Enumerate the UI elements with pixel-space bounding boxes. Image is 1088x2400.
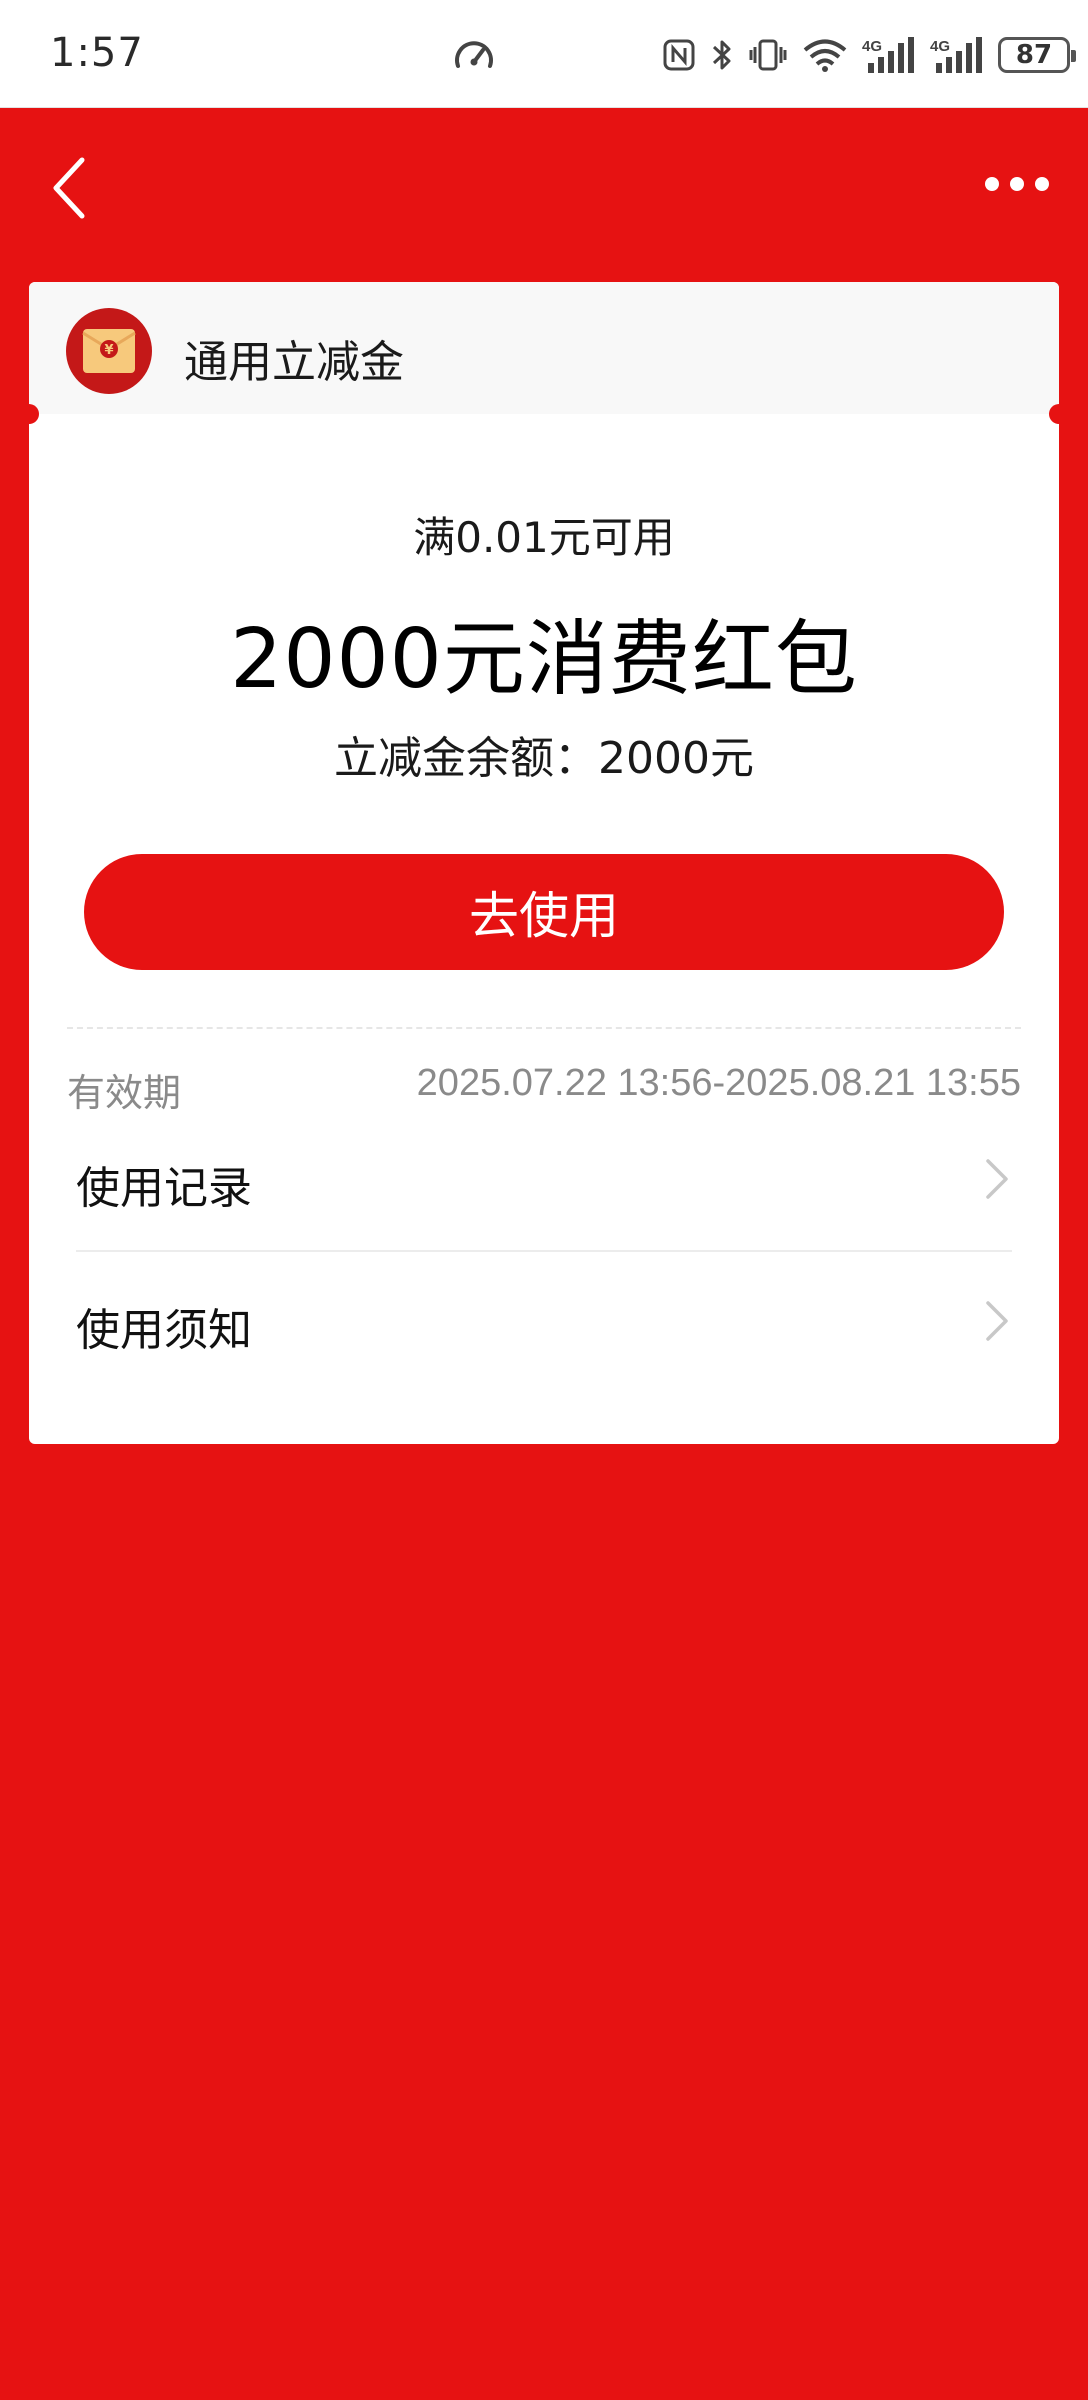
chevron-right-icon — [986, 1301, 1008, 1341]
dashed-divider — [67, 1027, 1021, 1029]
use-now-button[interactable]: 去使用 — [84, 854, 1004, 970]
coupon-balance: 立减金余额：2000元 — [334, 733, 754, 784]
back-button[interactable] — [40, 148, 100, 228]
usage-notice-label: 使用须知 — [76, 1305, 252, 1356]
usage-notice-row[interactable]: 使用须知 — [76, 1252, 1012, 1382]
coupon-amount-title: 2000元消费红包 — [230, 612, 858, 707]
bluetooth-icon — [712, 40, 731, 70]
coupon-card: ¥ 通用立减金 满0.01元可用 2000元消费红包 立减金余额：2000元 去… — [29, 282, 1059, 1444]
card-title: 通用立减金 — [184, 337, 404, 388]
battery-level: 87 — [1015, 40, 1053, 70]
speedometer-icon — [455, 41, 493, 68]
validity-period: 2025.07.22 13:56-2025.08.21 13:55 — [416, 1062, 1021, 1104]
card-header: ¥ 通用立减金 — [29, 282, 1059, 424]
usage-records-row[interactable]: 使用记录 — [76, 1110, 1012, 1252]
nav-bar — [0, 108, 1088, 280]
nfc-icon — [663, 39, 695, 71]
usage-threshold: 满0.01元可用 — [413, 513, 675, 562]
chevron-left-icon — [53, 157, 85, 219]
status-time: 1:57 — [50, 30, 144, 76]
status-bar: 1:57 4G 4G 87 — [0, 0, 1088, 108]
signal-4g-icon: 4G — [862, 37, 914, 73]
more-dots-icon — [985, 177, 1049, 191]
more-button[interactable] — [982, 164, 1052, 204]
status-icons: 4G 4G 87 — [662, 30, 1076, 80]
red-envelope-icon: ¥ — [66, 308, 152, 394]
signal-label: 4G — [930, 38, 950, 55]
signal-4g-icon: 4G — [930, 37, 982, 73]
wifi-icon — [803, 39, 847, 72]
validity-label: 有效期 — [67, 1071, 182, 1115]
chevron-right-icon — [986, 1159, 1008, 1199]
usage-records-label: 使用记录 — [76, 1163, 252, 1214]
battery-indicator: 87 — [998, 37, 1076, 73]
vibrate-icon — [749, 39, 787, 71]
logo-symbol: ¥ — [104, 343, 113, 358]
signal-label: 4G — [862, 38, 882, 55]
